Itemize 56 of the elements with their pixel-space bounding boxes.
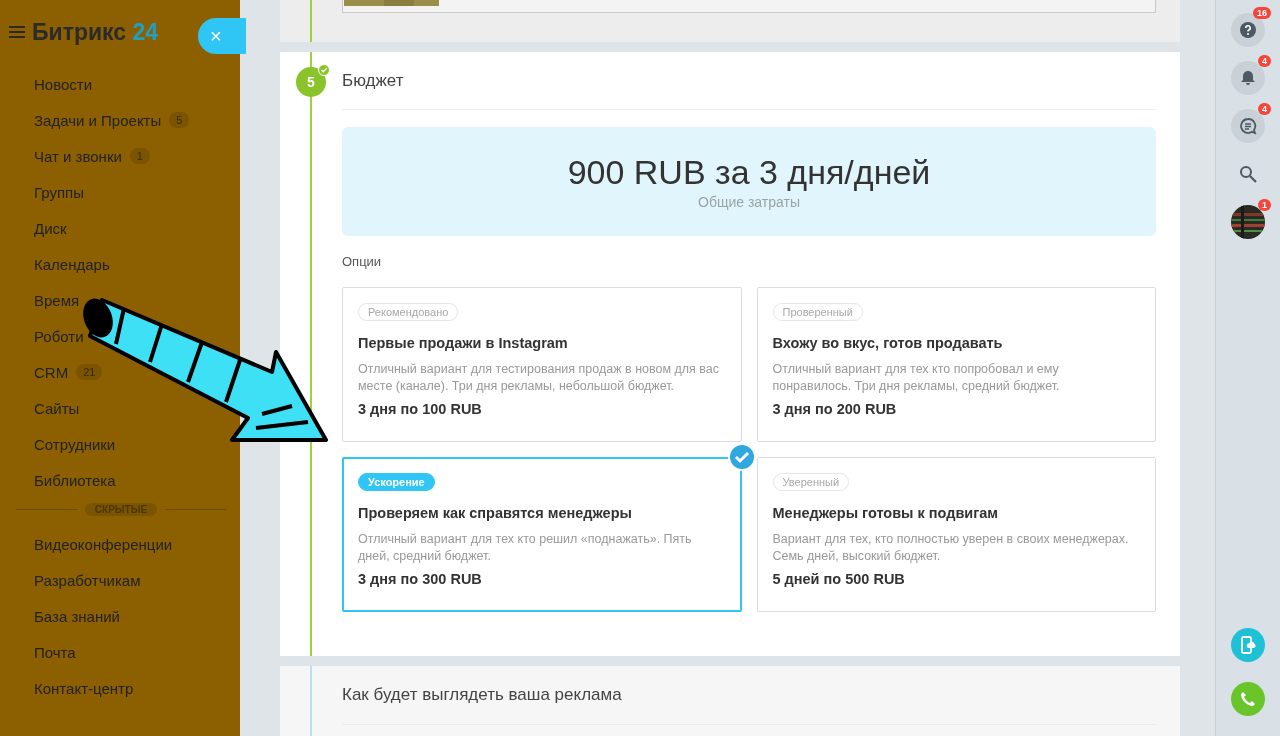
- counter-badge: 1: [129, 148, 150, 164]
- option-title: Менеджеры готовы к подвигам: [772, 505, 999, 521]
- notification-badge: 4: [1258, 55, 1271, 67]
- option-card[interactable]: Рекомендовано Первые продажи в Instagram Отличный вариант для тестирования продаж в новом для вас месте (канале). Три дня рекламы, небольшой бюджет. 3 дня по 100 RUB: [342, 287, 742, 442]
- option-title: Первые продажи в Instagram: [358, 335, 568, 351]
- options-label: Опции: [342, 254, 383, 269]
- nav-item[interactable]: База знаний: [34, 607, 120, 625]
- option-card[interactable]: Уверенный Менеджеры готовы к подвигам Вариант для тех, кто полностью уверен в своих менеджерах. Семь дней, высокий бюджет. 5 дней по 500 RUB: [756, 457, 1156, 612]
- section-title: Как будет выглядеть ваша реклама: [342, 685, 622, 705]
- total-amount: 900 RUB за 3 дня/дней: [567, 153, 931, 192]
- nav-item[interactable]: Чат и звонки: [34, 147, 122, 165]
- option-title: Проверяем как справятся менеджеры: [358, 505, 632, 521]
- nav-item[interactable]: Контакт-центр: [34, 679, 134, 697]
- option-description: Отличный вариант для тех кто попробовал и ему понравилось. Три дня рекламы, средний бюджет.: [772, 361, 1061, 395]
- notification-badge: 16: [1253, 7, 1271, 19]
- option-card[interactable]: Проверенный Вхожу во вкус, готов продавать Отличный вариант для тех кто попробовал и ему понравилось. Три дня рекламы, средний бюджет. 3 дня по 200 RUB: [756, 287, 1156, 442]
- section-title: Бюджет: [342, 70, 404, 91]
- search-icon: [1239, 165, 1257, 183]
- nav-item[interactable]: Почта: [34, 643, 76, 661]
- nav-item[interactable]: Задачи и Проекты: [34, 111, 162, 129]
- nav-item[interactable]: Календарь: [34, 255, 110, 273]
- option-description: Вариант для тех, кто полностью уверен в своих менеджерах. Семь дней, высокий бюджет.: [772, 531, 1130, 565]
- nav-item[interactable]: Время: [34, 291, 80, 309]
- option-card[interactable]: Ускорение Проверяем как справятся менеджеры Отличный вариант для тех кто решил «поднажать». Пять дней, средний бюджет. 3 дня по 300 RUB: [342, 457, 742, 612]
- bell-icon: [1240, 70, 1256, 86]
- chat-icon: [1239, 117, 1257, 135]
- nav-item[interactable]: Сотрудники: [34, 435, 116, 453]
- option-description: Отличный вариант для тех кто решил «поднажать». Пять дней, средний бюджет.: [358, 531, 693, 565]
- menu-icon[interactable]: [8, 25, 26, 39]
- nav-item[interactable]: Видеоконференции: [34, 535, 173, 553]
- check-icon: [727, 443, 756, 471]
- nav-item[interactable]: CRM: [34, 363, 69, 381]
- nav-item[interactable]: Роботи: [34, 327, 84, 345]
- notification-badge: 1: [1258, 199, 1271, 211]
- option-description: Отличный вариант для тестирования продаж в новом для вас месте (канале). Три дня рекламы, небольшой бюджет.: [358, 361, 721, 395]
- option-title: Вхожу во вкус, готов продавать: [772, 335, 1003, 351]
- notification-badge: 4: [1258, 103, 1271, 115]
- nav-item[interactable]: Разработчикам: [34, 571, 141, 589]
- nav-item[interactable]: Библиотека: [34, 471, 116, 489]
- option-price: 3 дня по 300 RUB: [358, 571, 482, 587]
- counter-badge: 5: [169, 112, 190, 128]
- option-tag: Ускорение: [358, 473, 435, 491]
- nav-item[interactable]: Сайты: [34, 399, 80, 417]
- close-button[interactable]: ×: [198, 18, 246, 54]
- counter-badge: 21: [76, 364, 103, 380]
- nav-item[interactable]: Диск: [34, 219, 67, 237]
- option-price: 3 дня по 200 RUB: [772, 401, 897, 417]
- nav-item[interactable]: Группы: [34, 183, 84, 201]
- nav-item[interactable]: Новости: [34, 75, 93, 93]
- mobile-cloud-icon: [1239, 636, 1257, 654]
- help-icon: [1240, 22, 1256, 38]
- option-price: 3 дня по 100 RUB: [358, 401, 482, 417]
- total-caption: Общие затраты: [698, 194, 800, 210]
- option-price: 5 дней по 500 RUB: [772, 571, 905, 587]
- phone-icon: [1239, 690, 1257, 708]
- logo: Битрикс 24: [32, 18, 159, 46]
